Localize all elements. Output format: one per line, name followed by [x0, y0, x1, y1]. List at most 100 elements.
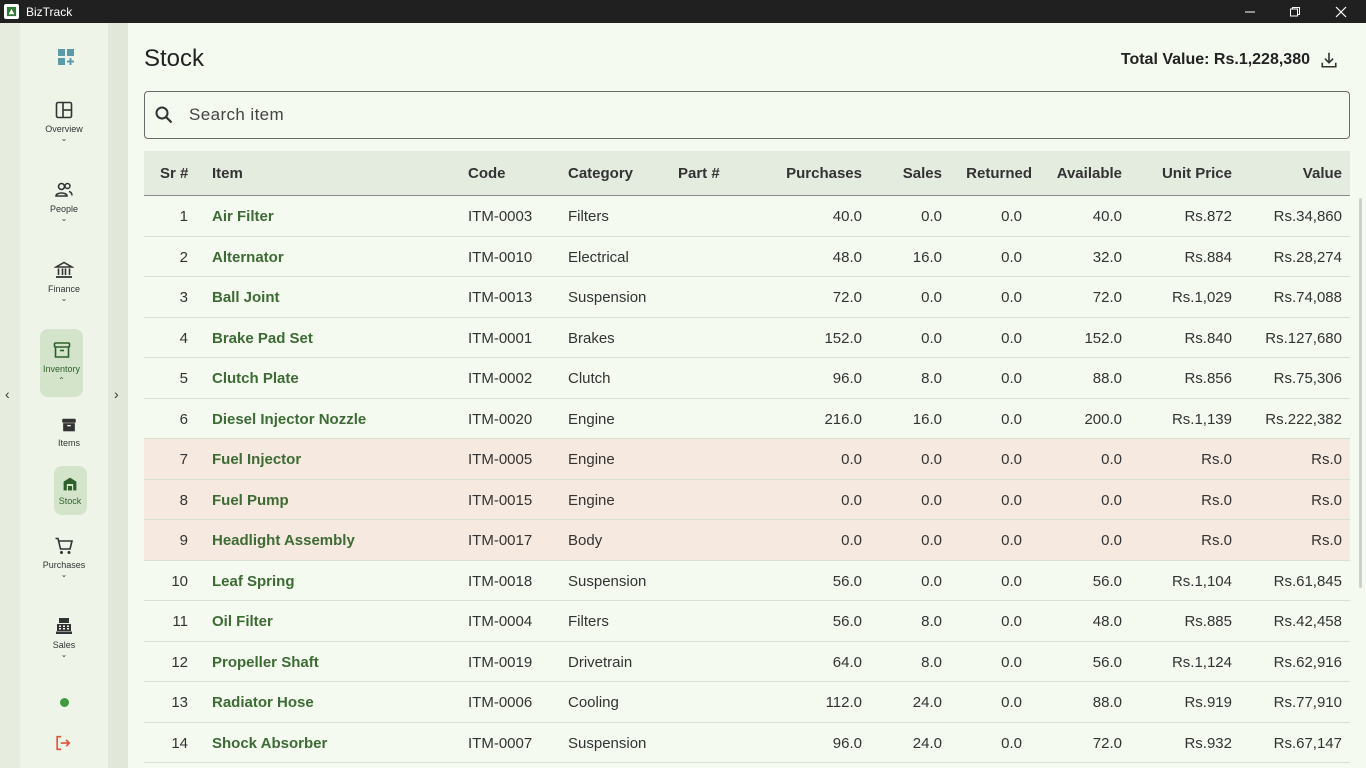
search-box[interactable]	[144, 91, 1350, 139]
cell-value: Rs.28,274	[1273, 248, 1342, 266]
warehouse-icon	[63, 477, 77, 491]
cell-sales: 24.0	[912, 694, 942, 711]
cell-item[interactable]: Headlight Assembly	[212, 532, 355, 549]
sidebar-item-sales[interactable]: Sales ⌄	[39, 616, 89, 659]
cell-item[interactable]: Leaf Spring	[212, 573, 295, 590]
table-row[interactable]: 7 Fuel Injector ITM-0005 Engine 0.0 0.0 0.0 0.0…	[144, 439, 1350, 480]
chevron-up-icon: ⌃	[58, 376, 65, 385]
column-header-sr[interactable]: Sr #	[160, 165, 188, 182]
table-row[interactable]: 3 Ball Joint ITM-0013 Suspension 72.0 0.0 0.0 7…	[144, 277, 1350, 318]
logout-button[interactable]	[54, 734, 72, 752]
search-icon	[155, 106, 173, 124]
status-dot-icon	[60, 698, 69, 707]
left-collapse-strip[interactable]: ‹	[0, 23, 20, 768]
cell-sales: 16.0	[912, 248, 942, 266]
cell-category: Filters	[568, 208, 609, 225]
table-header: Sr # Item Code Category Part # Purchases…	[144, 151, 1350, 196]
app-logo-icon	[4, 4, 19, 19]
sidebar-item-items[interactable]: Items	[49, 416, 89, 448]
cell-item[interactable]: Clutch Plate	[212, 370, 299, 387]
column-header-sales[interactable]: Sales	[903, 165, 942, 182]
dashboard-icon[interactable]	[56, 47, 76, 67]
cell-item[interactable]: Fuel Injector	[212, 451, 301, 468]
sidebar-item-inventory[interactable]: Inventory ⌃	[39, 340, 84, 385]
table-row[interactable]: 8 Fuel Pump ITM-0015 Engine 0.0 0.0 0.0 0.0 Rs.0…	[144, 479, 1350, 520]
sidebar-item-label: Finance	[47, 284, 81, 294]
cell-item[interactable]: Brake Pad Set	[212, 330, 313, 347]
table-row[interactable]: 9 Headlight Assembly ITM-0017 Body 0.0 0.0 0.0…	[144, 520, 1350, 561]
cell-sales: 0.0	[921, 532, 942, 549]
table-row[interactable]: 10 Leaf Spring ITM-0018 Suspension 56.0 0.0 0.…	[144, 561, 1350, 601]
cell-item[interactable]: Propeller Shaft	[212, 654, 319, 671]
column-header-value[interactable]: Value	[1303, 165, 1342, 182]
column-header-purchases[interactable]: Purchases	[786, 165, 862, 182]
cell-purchases: 0.0	[841, 532, 862, 549]
close-button[interactable]	[1318, 0, 1364, 23]
cell-sales: 0.0	[921, 451, 942, 468]
cell-unit-price: Rs.1,104	[1171, 572, 1232, 590]
cell-value: Rs.0	[1311, 451, 1342, 468]
cell-available: 88.0	[1092, 370, 1122, 387]
cell-value: Rs.61,845	[1273, 572, 1342, 590]
cell-available: 32.0	[1092, 248, 1122, 266]
rail-expand-strip[interactable]: ›	[108, 23, 128, 768]
column-header-unit-price[interactable]: Unit Price	[1162, 165, 1232, 182]
cell-returned: 0.0	[1001, 289, 1022, 306]
cell-item[interactable]: Alternator	[212, 249, 284, 266]
download-button[interactable]	[1318, 49, 1340, 71]
minimize-icon	[1245, 11, 1255, 12]
cell-item[interactable]: Oil Filter	[212, 613, 273, 630]
cell-unit-price: Rs.872	[1184, 208, 1232, 225]
table-row[interactable]: 13 Radiator Hose ITM-0006 Cooling 112.0 24.0 0…	[144, 682, 1350, 723]
cell-item[interactable]: Ball Joint	[212, 289, 280, 306]
table-row[interactable]: 5 Clutch Plate ITM-0002 Clutch 96.0 8.0 0.0 88.…	[144, 358, 1350, 399]
table-row[interactable]: 1 Air Filter ITM-0003 Filters 40.0 0.0 0.0 40.0…	[144, 196, 1350, 237]
chevron-left-icon[interactable]: ‹	[5, 386, 10, 402]
cash-register-icon	[56, 618, 72, 634]
column-header-returned[interactable]: Returned	[966, 165, 1032, 182]
table-row[interactable]: 2 Alternator ITM-0010 Electrical 48.0 16.0 0.0…	[144, 237, 1350, 277]
cell-sr: 11	[172, 613, 188, 630]
cell-sr: 9	[179, 532, 188, 549]
table-row[interactable]: 4 Brake Pad Set ITM-0001 Brakes 152.0 0.0 0.0 1…	[144, 318, 1350, 358]
restore-button[interactable]	[1272, 0, 1318, 23]
cell-returned: 0.0	[1001, 329, 1022, 347]
minimize-button[interactable]	[1227, 0, 1273, 23]
cell-purchases: 0.0	[841, 451, 862, 468]
cell-purchases: 40.0	[832, 208, 862, 225]
cell-returned: 0.0	[1001, 491, 1022, 509]
cell-sr: 7	[179, 451, 188, 468]
column-header-category[interactable]: Category	[568, 165, 633, 182]
sidebar-item-finance[interactable]: Finance ⌄	[39, 260, 89, 303]
chevron-right-icon[interactable]: ›	[114, 386, 119, 402]
cell-item[interactable]: Air Filter	[212, 208, 274, 225]
column-header-item[interactable]: Item	[212, 165, 243, 182]
sidebar-item-purchases[interactable]: Purchases ⌄	[34, 536, 94, 579]
cell-item[interactable]: Shock Absorber	[212, 735, 327, 752]
cell-sales: 0.0	[921, 289, 942, 306]
cell-purchases: 56.0	[832, 572, 862, 590]
table-scrollbar[interactable]	[1359, 198, 1362, 588]
column-header-code[interactable]: Code	[468, 165, 506, 182]
table-row[interactable]: 11 Oil Filter ITM-0004 Filters 56.0 8.0 0.0 48.…	[144, 601, 1350, 642]
cell-item[interactable]: Diesel Injector Nozzle	[212, 411, 366, 428]
cell-purchases: 64.0	[832, 653, 862, 671]
cell-unit-price: Rs.0	[1201, 532, 1232, 549]
column-header-part[interactable]: Part #	[678, 165, 720, 182]
sidebar-item-overview[interactable]: Overview ⌄	[39, 100, 89, 143]
cell-category: Body	[568, 532, 603, 549]
bank-icon	[54, 261, 74, 278]
chevron-down-icon: ⌄	[60, 570, 68, 579]
table-row[interactable]: 14 Shock Absorber ITM-0007 Suspension 96.0 24…	[144, 723, 1350, 763]
column-header-available[interactable]: Available	[1057, 165, 1122, 182]
table-row[interactable]: 12 Propeller Shaft ITM-0019 Drivetrain 64.0 8…	[144, 642, 1350, 682]
cell-code: ITM-0020	[468, 410, 533, 428]
search-input[interactable]	[189, 105, 1289, 125]
cell-item[interactable]: Fuel Pump	[212, 492, 289, 509]
sidebar-item-stock[interactable]: Stock	[50, 476, 90, 506]
cell-unit-price: Rs.919	[1184, 694, 1232, 711]
cell-code: ITM-0018	[468, 572, 533, 590]
table-row[interactable]: 6 Diesel Injector Nozzle ITM-0020 Engine 216…	[144, 399, 1350, 439]
sidebar-item-people[interactable]: People ⌄	[39, 180, 89, 223]
cell-item[interactable]: Radiator Hose	[212, 694, 314, 711]
